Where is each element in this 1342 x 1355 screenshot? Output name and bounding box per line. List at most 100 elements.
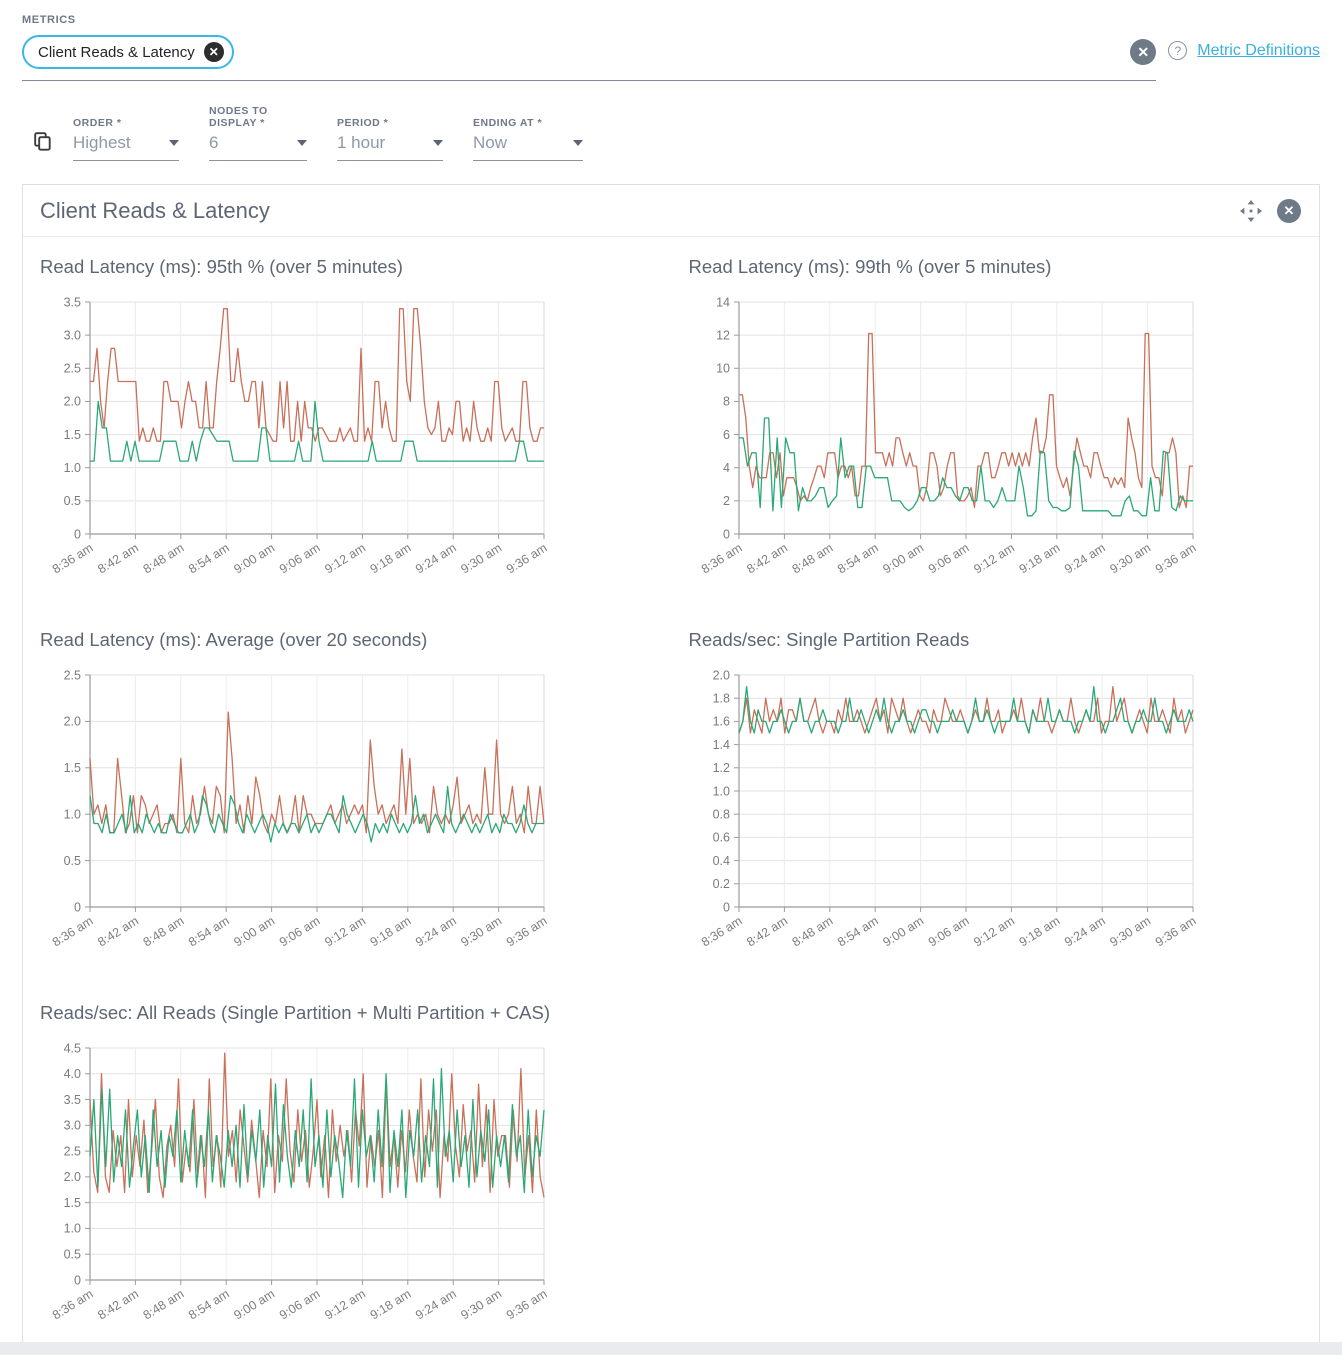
svg-text:2: 2 xyxy=(723,494,730,508)
svg-text:9:18 am: 9:18 am xyxy=(368,1287,414,1323)
svg-text:9:24 am: 9:24 am xyxy=(413,1287,459,1323)
svg-text:1.0: 1.0 xyxy=(64,461,81,475)
chart-canvas: 00.51.01.52.02.58:36 am8:42 am8:48 am8:5… xyxy=(40,665,653,969)
svg-text:0.5: 0.5 xyxy=(64,1247,81,1261)
svg-text:0.5: 0.5 xyxy=(64,854,81,868)
chart-read-latency-average: Read Latency (ms): Average (over 20 seco… xyxy=(40,628,653,969)
svg-text:1.5: 1.5 xyxy=(64,761,81,775)
svg-text:9:06 am: 9:06 am xyxy=(277,541,323,577)
svg-text:8:42 am: 8:42 am xyxy=(95,1287,141,1323)
chart-title: Read Latency (ms): 99th % (over 5 minute… xyxy=(689,255,1269,280)
svg-text:9:12 am: 9:12 am xyxy=(322,541,368,577)
svg-text:8:54 am: 8:54 am xyxy=(186,914,232,950)
ending-at-field[interactable]: ENDING AT * Now xyxy=(473,117,583,161)
chart-title: Reads/sec: All Reads (Single Partition +… xyxy=(40,1001,620,1026)
svg-text:0: 0 xyxy=(74,1273,81,1287)
nodes-to-display-label: NODES TO DISPLAY * xyxy=(209,105,307,129)
svg-text:9:00 am: 9:00 am xyxy=(880,914,926,950)
svg-text:1.0: 1.0 xyxy=(712,784,729,798)
svg-text:8:36 am: 8:36 am xyxy=(698,541,744,577)
chart-title: Read Latency (ms): 95th % (over 5 minute… xyxy=(40,255,620,280)
svg-text:8:36 am: 8:36 am xyxy=(50,1287,96,1323)
svg-text:9:30 am: 9:30 am xyxy=(1107,914,1153,950)
svg-text:4.5: 4.5 xyxy=(64,1041,81,1055)
move-card-icon[interactable] xyxy=(1239,199,1263,223)
order-value: Highest xyxy=(73,133,131,153)
svg-text:0: 0 xyxy=(723,900,730,914)
svg-text:9:06 am: 9:06 am xyxy=(925,914,971,950)
svg-text:9:24 am: 9:24 am xyxy=(413,914,459,950)
svg-text:9:30 am: 9:30 am xyxy=(458,541,504,577)
help-icon[interactable]: ? xyxy=(1168,41,1187,60)
svg-text:9:06 am: 9:06 am xyxy=(277,914,323,950)
svg-text:8:36 am: 8:36 am xyxy=(50,541,96,577)
svg-text:12: 12 xyxy=(716,328,730,342)
chevron-down-icon xyxy=(297,140,307,146)
filters-row: ORDER * Highest NODES TO DISPLAY * 6 PER… xyxy=(22,105,1320,161)
svg-text:9:36 am: 9:36 am xyxy=(504,914,550,950)
metrics-section-label: METRICS xyxy=(22,14,1320,26)
period-value: 1 hour xyxy=(337,133,385,153)
svg-text:9:24 am: 9:24 am xyxy=(413,541,459,577)
svg-text:9:12 am: 9:12 am xyxy=(322,914,368,950)
svg-text:8:54 am: 8:54 am xyxy=(186,541,232,577)
svg-text:3.0: 3.0 xyxy=(64,1119,81,1133)
card-title: Client Reads & Latency xyxy=(40,198,270,224)
close-card-icon[interactable]: ✕ xyxy=(1277,199,1301,223)
svg-text:8:48 am: 8:48 am xyxy=(789,541,835,577)
svg-text:0.5: 0.5 xyxy=(64,494,81,508)
chart-canvas: 00.20.40.60.81.01.21.41.61.82.08:36 am8:… xyxy=(689,665,1302,969)
svg-text:8: 8 xyxy=(723,395,730,409)
order-field[interactable]: ORDER * Highest xyxy=(73,117,179,161)
svg-text:9:06 am: 9:06 am xyxy=(925,541,971,577)
svg-text:1.0: 1.0 xyxy=(64,807,81,821)
chevron-down-icon xyxy=(433,140,443,146)
svg-text:8:54 am: 8:54 am xyxy=(835,914,881,950)
svg-text:1.5: 1.5 xyxy=(64,428,81,442)
metrics-input-row: Client Reads & Latency ✕ ✕ ? Metric Defi… xyxy=(22,35,1320,81)
metric-chip-client-reads-latency[interactable]: Client Reads & Latency ✕ xyxy=(22,35,234,69)
svg-text:9:06 am: 9:06 am xyxy=(277,1287,323,1323)
copy-icon[interactable] xyxy=(34,132,51,151)
ending-at-value: Now xyxy=(473,133,507,153)
chart-reads-all-reads: Reads/sec: All Reads (Single Partition +… xyxy=(40,1001,653,1342)
metrics-select-input[interactable]: Client Reads & Latency ✕ ✕ xyxy=(22,35,1156,81)
chart-read-latency-95th: Read Latency (ms): 95th % (over 5 minute… xyxy=(40,255,653,596)
nodes-to-display-field[interactable]: NODES TO DISPLAY * 6 xyxy=(209,105,307,161)
svg-text:8:54 am: 8:54 am xyxy=(835,541,881,577)
svg-text:8:36 am: 8:36 am xyxy=(698,914,744,950)
chart-reads-single-partition: Reads/sec: Single Partition Reads 00.20.… xyxy=(689,628,1302,969)
svg-text:9:18 am: 9:18 am xyxy=(368,541,414,577)
client-reads-latency-card: Client Reads & Latency ✕ Read Latency (m… xyxy=(22,184,1320,1342)
svg-text:9:36 am: 9:36 am xyxy=(1152,914,1198,950)
clear-all-metrics-icon[interactable]: ✕ xyxy=(1130,39,1156,65)
svg-text:8:48 am: 8:48 am xyxy=(141,1287,187,1323)
svg-text:9:36 am: 9:36 am xyxy=(1152,541,1198,577)
metrics-dashboard-page: METRICS Client Reads & Latency ✕ ✕ ? Met… xyxy=(0,0,1342,1342)
charts-grid: Read Latency (ms): 95th % (over 5 minute… xyxy=(23,237,1319,1342)
period-field[interactable]: PERIOD * 1 hour xyxy=(337,117,443,161)
metric-definitions-link[interactable]: Metric Definitions xyxy=(1197,42,1320,60)
svg-text:9:18 am: 9:18 am xyxy=(368,914,414,950)
chip-remove-icon[interactable]: ✕ xyxy=(204,42,224,62)
svg-text:9:30 am: 9:30 am xyxy=(458,1287,504,1323)
svg-text:9:18 am: 9:18 am xyxy=(1016,541,1062,577)
svg-text:8:48 am: 8:48 am xyxy=(141,914,187,950)
svg-text:9:00 am: 9:00 am xyxy=(231,541,277,577)
svg-text:8:42 am: 8:42 am xyxy=(744,914,790,950)
svg-text:14: 14 xyxy=(716,295,730,309)
svg-text:9:12 am: 9:12 am xyxy=(971,541,1017,577)
card-header: Client Reads & Latency ✕ xyxy=(23,185,1319,237)
svg-text:0: 0 xyxy=(723,527,730,541)
svg-text:2.0: 2.0 xyxy=(64,395,81,409)
svg-text:1.4: 1.4 xyxy=(712,738,729,752)
svg-text:9:30 am: 9:30 am xyxy=(1107,541,1153,577)
svg-text:2.5: 2.5 xyxy=(64,362,81,376)
ending-at-label: ENDING AT * xyxy=(473,117,583,129)
svg-text:8:48 am: 8:48 am xyxy=(789,914,835,950)
svg-text:8:42 am: 8:42 am xyxy=(95,914,141,950)
metrics-aside: ? Metric Definitions xyxy=(1156,35,1320,60)
svg-text:9:18 am: 9:18 am xyxy=(1016,914,1062,950)
svg-text:2.0: 2.0 xyxy=(712,668,729,682)
svg-text:1.6: 1.6 xyxy=(712,715,729,729)
